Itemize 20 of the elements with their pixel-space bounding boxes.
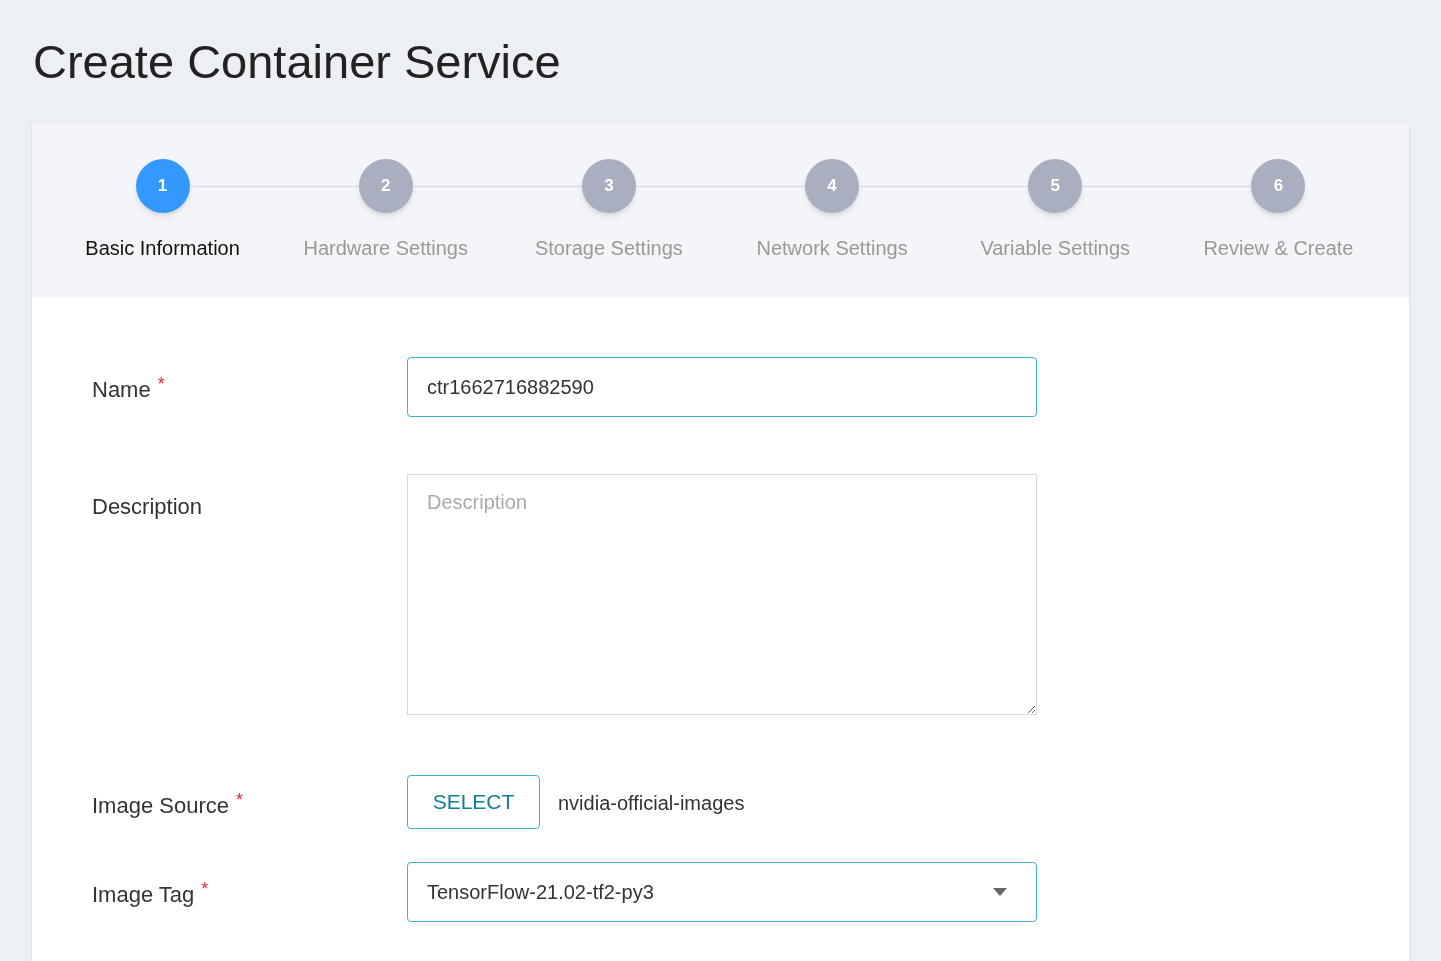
field-label: Image Source <box>92 792 229 820</box>
required-asterisk: * <box>201 878 209 901</box>
field-label: Description <box>92 493 203 521</box>
field-label: Name <box>92 376 151 404</box>
step-label: Basic Information <box>85 236 240 261</box>
step-label: Variable Settings <box>980 236 1131 261</box>
step-label: Storage Settings <box>534 236 683 261</box>
step-label: Network Settings <box>756 236 908 261</box>
caret-icon <box>993 888 1007 896</box>
image-tag-dropdown[interactable]: TensorFlow-21.02-tf2-py3 <box>407 862 1037 922</box>
name-field[interactable]: ctr1662716882590 <box>407 357 1037 417</box>
required-asterisk: * <box>157 373 165 396</box>
select-button[interactable]: SELECT <box>407 775 540 829</box>
field-label: Image Tag <box>92 881 195 909</box>
step-label: Hardware Settings <box>303 236 468 261</box>
page-title: Create Container Service <box>33 34 561 90</box>
image-source-value: nvidia-official-images <box>558 791 745 816</box>
required-asterisk: * <box>235 789 243 812</box>
step-label: Review & Create <box>1203 236 1354 261</box>
description-field[interactable]: Description <box>407 474 1037 715</box>
